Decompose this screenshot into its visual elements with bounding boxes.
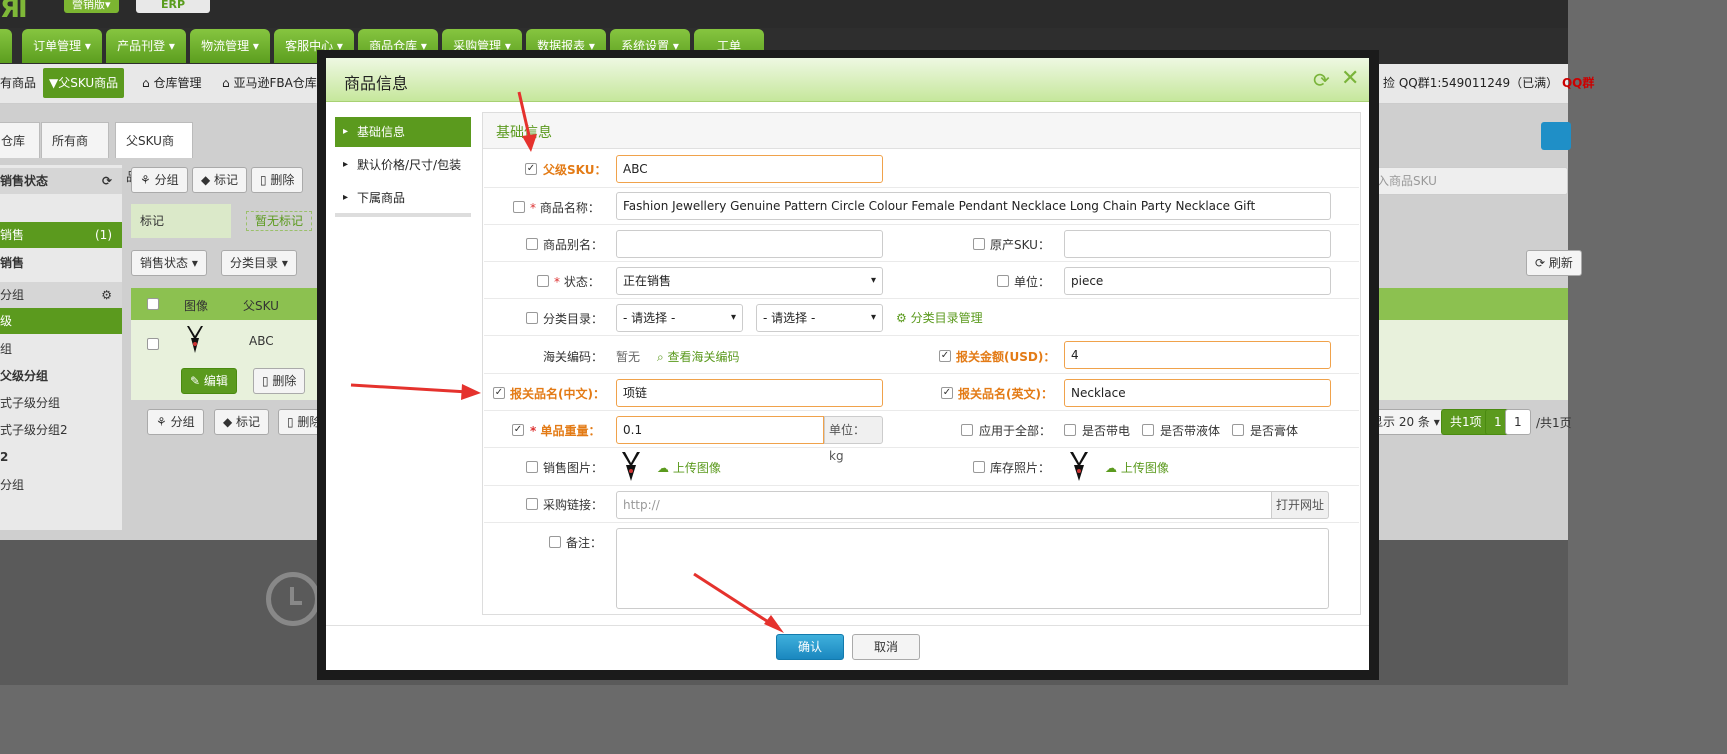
- annotation-arrows: [350, 91, 784, 633]
- arrow-parent-sku: [517, 91, 537, 152]
- arrow-confirm: [693, 572, 784, 633]
- arrow-declared-cn: [350, 383, 481, 400]
